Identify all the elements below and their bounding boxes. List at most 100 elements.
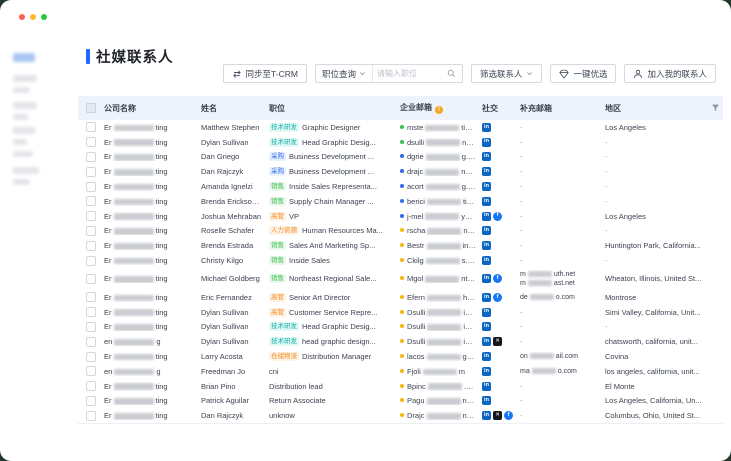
row-checkbox[interactable] (86, 366, 96, 376)
linkedin-icon[interactable]: in (482, 197, 491, 206)
traffic-light-close-button[interactable] (19, 14, 25, 20)
linkedin-icon[interactable]: in (482, 396, 491, 405)
sidebar-item-blurred[interactable] (13, 167, 39, 174)
select-all-checkbox[interactable] (86, 103, 96, 113)
filter-contacts-dropdown[interactable]: 筛选联系人 (471, 64, 543, 83)
x-icon[interactable]: ✕ (493, 411, 502, 420)
empty-value: - (605, 256, 608, 265)
linkedin-icon[interactable]: in (482, 256, 491, 265)
position-cell: 高管Senior Art Director (269, 293, 400, 302)
gem-icon (559, 69, 569, 79)
row-checkbox[interactable] (86, 211, 96, 221)
region-cell: El Monte (605, 382, 723, 391)
traffic-light-minimize-button[interactable] (30, 14, 36, 20)
sidebar-item-blurred[interactable] (13, 151, 33, 157)
linkedin-icon[interactable]: in (482, 226, 491, 235)
email-status-dot (400, 413, 404, 417)
facebook-icon[interactable]: f (504, 411, 513, 420)
row-checkbox[interactable] (86, 352, 96, 362)
linkedin-icon[interactable]: in (482, 212, 491, 221)
extra-email-cell: - (520, 167, 605, 176)
empty-value: - (520, 322, 523, 331)
app-window: 社媒联系人 同步至T-CRM 职位查询 筛选联系人 (0, 0, 731, 461)
text-fragment: Er (104, 167, 112, 176)
linkedin-icon[interactable]: in (482, 382, 491, 391)
row-checkbox[interactable] (86, 137, 96, 147)
one-click-optimize-button[interactable]: 一键优选 (550, 64, 616, 83)
row-checkbox[interactable] (86, 292, 96, 302)
region-filter-icon[interactable] (711, 104, 720, 113)
sidebar-item-blurred[interactable] (13, 87, 30, 93)
row-checkbox[interactable] (86, 322, 96, 332)
text-fragment: Dsulli (407, 308, 425, 317)
checkbox-cell (78, 182, 104, 192)
row-checkbox[interactable] (86, 381, 96, 391)
row-checkbox[interactable] (86, 396, 96, 406)
company-cell: Erting (104, 241, 201, 250)
linkedin-icon[interactable]: in (482, 293, 491, 302)
row-checkbox[interactable] (86, 411, 96, 421)
job-search-input[interactable] (373, 65, 441, 82)
column-header-social: 社交 (482, 103, 520, 114)
search-icon[interactable] (441, 65, 462, 82)
linkedin-icon[interactable]: in (482, 138, 491, 147)
text-fragment: ting.com (463, 197, 482, 206)
row-checkbox[interactable] (86, 182, 96, 192)
text-fragment: Head Graphic Desig... (302, 138, 376, 147)
traffic-light-zoom-button[interactable] (41, 14, 47, 20)
linkedin-icon[interactable]: in (482, 352, 491, 361)
text-fragment: ting (156, 167, 168, 176)
text-fragment: Fjoli (407, 367, 421, 376)
linkedin-icon[interactable]: in (482, 367, 491, 376)
extra-email-cell: - (520, 308, 605, 317)
sidebar-item-blurred[interactable] (13, 139, 27, 145)
sidebar-item-active-blurred[interactable] (13, 53, 35, 62)
position-tag: 技术研发 (269, 123, 299, 132)
text-fragment: en (104, 367, 112, 376)
position-tag: 仓储物流 (269, 352, 299, 361)
facebook-icon[interactable]: f (493, 293, 502, 302)
linkedin-icon[interactable]: in (482, 152, 491, 161)
row-checkbox[interactable] (86, 167, 96, 177)
row-checkbox[interactable] (86, 122, 96, 132)
row-checkbox[interactable] (86, 337, 96, 347)
text-fragment: rscha (407, 226, 425, 235)
email-info-badge-icon[interactable]: ! (435, 106, 443, 114)
linkedin-icon[interactable]: in (482, 123, 491, 132)
sidebar-item-blurred[interactable] (13, 127, 35, 134)
row-checkbox[interactable] (86, 256, 96, 266)
linkedin-icon[interactable]: in (482, 274, 491, 283)
row-checkbox[interactable] (86, 241, 96, 251)
x-icon[interactable]: ✕ (493, 337, 502, 346)
row-checkbox[interactable] (86, 196, 96, 206)
row-checkbox[interactable] (86, 307, 96, 317)
job-query-dropdown[interactable]: 职位查询 (316, 65, 373, 82)
linkedin-icon[interactable]: in (482, 241, 491, 250)
extra-email-cell: - (520, 152, 605, 161)
contact-name: Brenda Estrada (201, 241, 269, 250)
facebook-icon[interactable]: f (493, 212, 502, 221)
blurred-text (114, 258, 154, 265)
row-checkbox[interactable] (86, 226, 96, 236)
sidebar-item-blurred[interactable] (13, 179, 30, 185)
linkedin-icon[interactable]: in (482, 167, 491, 176)
sidebar-item-blurred[interactable] (13, 102, 37, 109)
linkedin-icon[interactable]: in (482, 322, 491, 331)
sidebar-item-blurred[interactable] (13, 114, 28, 120)
social-cell: in (482, 367, 520, 376)
sidebar-item-blurred[interactable] (13, 75, 37, 82)
region-cell: Columbus, Ohio, United St... (605, 411, 723, 420)
row-checkbox[interactable] (86, 152, 96, 162)
social-cell: in (482, 182, 520, 191)
linkedin-icon[interactable]: in (482, 182, 491, 191)
linkedin-icon[interactable]: in (482, 337, 491, 346)
text-fragment: ting (156, 241, 168, 250)
row-checkbox[interactable] (86, 274, 96, 284)
facebook-icon[interactable]: f (493, 274, 502, 283)
email-status-dot (400, 324, 404, 328)
sync-to-tcrm-button[interactable]: 同步至T-CRM (223, 64, 307, 83)
linkedin-icon[interactable]: in (482, 411, 491, 420)
empty-value: - (520, 337, 523, 346)
add-to-my-contacts-button[interactable]: 加入我的联系人 (624, 64, 716, 83)
linkedin-icon[interactable]: in (482, 308, 491, 317)
